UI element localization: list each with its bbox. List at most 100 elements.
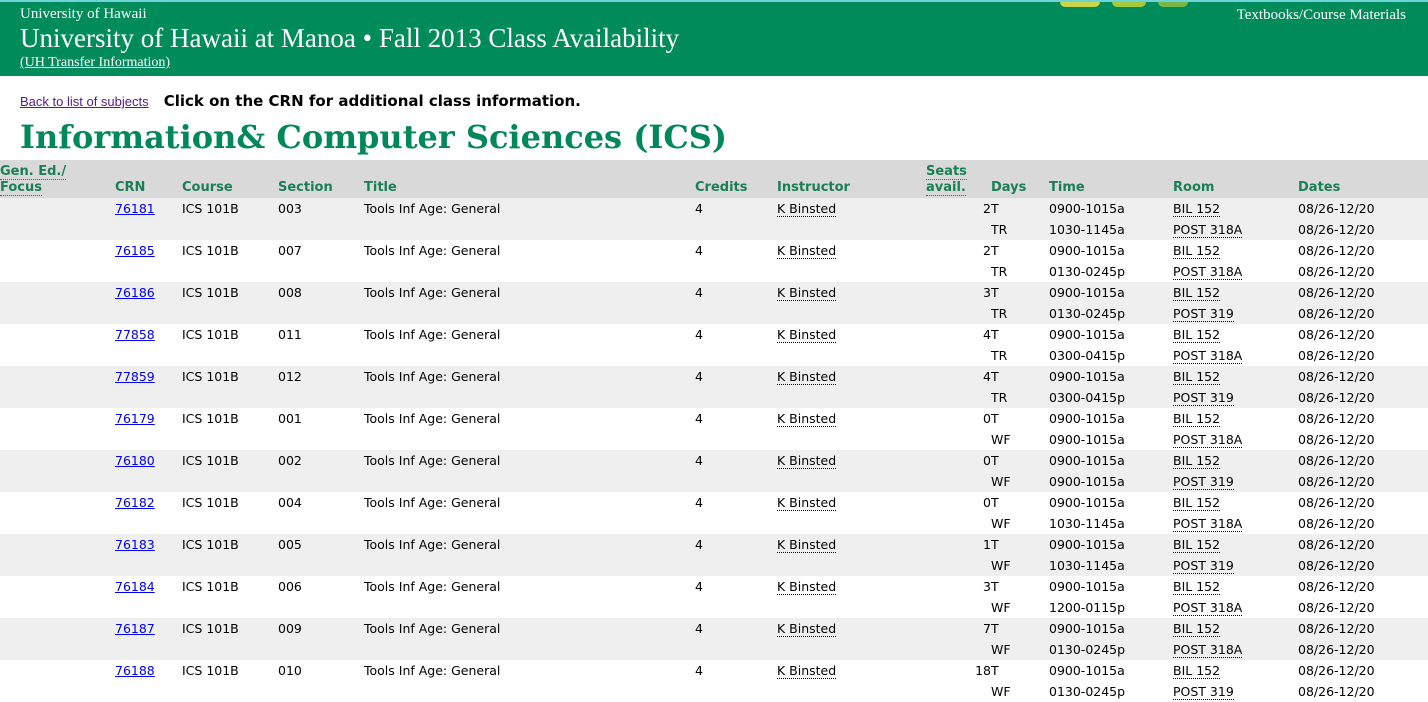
course-cell: ICS 101B (182, 327, 239, 342)
room-link[interactable]: POST 319 (1173, 474, 1234, 490)
instructor-link[interactable]: K Binsted (777, 621, 837, 637)
crn-link[interactable]: 77858 (115, 327, 155, 342)
room-link[interactable]: POST 318A (1173, 222, 1243, 238)
instructor-link[interactable]: K Binsted (777, 453, 837, 469)
dates-cell: 08/26-12/20 (1298, 285, 1375, 300)
instructor-link[interactable]: K Binsted (777, 579, 837, 595)
time-cell: 1200-0115p (1049, 600, 1126, 615)
time-cell: 0900-1015a (1049, 201, 1125, 216)
days-cell: WF (991, 516, 1011, 531)
room-link[interactable]: POST 318A (1173, 600, 1243, 616)
room-link[interactable]: BIL 152 (1173, 537, 1221, 553)
room-link[interactable]: POST 318A (1173, 264, 1243, 280)
crn-link[interactable]: 76183 (115, 537, 155, 552)
crn-link[interactable]: 76181 (115, 201, 155, 216)
room-link[interactable]: BIL 152 (1173, 243, 1221, 259)
crn-cell: 76182 (115, 492, 182, 513)
crn-link[interactable]: 76184 (115, 579, 155, 594)
room-link[interactable]: BIL 152 (1173, 495, 1221, 511)
credits-cell: 4 (695, 327, 703, 342)
time-cell: 0900-1015a (1049, 243, 1125, 258)
room-link[interactable]: POST 319 (1173, 558, 1234, 574)
crn-link[interactable]: 76180 (115, 453, 155, 468)
course-cell (182, 471, 278, 492)
textbooks-link[interactable]: Textbooks/Course Materials (1237, 7, 1406, 24)
room-link[interactable]: BIL 152 (1173, 579, 1221, 595)
instructor-link[interactable]: K Binsted (777, 411, 837, 427)
credits-cell: 4 (695, 663, 703, 678)
instructor-link[interactable]: K Binsted (777, 327, 837, 343)
instructor-link[interactable]: K Binsted (777, 369, 837, 385)
crn-cell (115, 681, 182, 702)
room-cell: BIL 152 (1173, 450, 1298, 471)
room-link[interactable]: BIL 152 (1173, 285, 1221, 301)
crn-link[interactable]: 76179 (115, 411, 155, 426)
crn-link[interactable]: 76187 (115, 621, 155, 636)
title-cell: Tools Inf Age: General (364, 537, 501, 552)
room-link[interactable]: POST 319 (1173, 306, 1234, 322)
days-cell: WF (991, 474, 1011, 489)
course-cell: ICS 101B (182, 495, 239, 510)
crn-link[interactable]: 76186 (115, 285, 155, 300)
instructor-link[interactable]: K Binsted (777, 537, 837, 553)
course-cell (182, 639, 278, 660)
class-availability-table: Gen. Ed./ Focus CRN Course Section Title… (0, 160, 1428, 702)
room-link[interactable]: POST 319 (1173, 390, 1234, 406)
credits-cell (695, 219, 777, 240)
crn-link[interactable]: 77859 (115, 369, 155, 384)
instructor-cell (777, 219, 926, 240)
section-cell (278, 471, 364, 492)
dates-cell: 08/26-12/20 (1298, 411, 1375, 426)
credits-cell (695, 681, 777, 702)
room-link[interactable]: BIL 152 (1173, 663, 1221, 679)
seats-cell (926, 639, 991, 660)
seats-cell: 2 (983, 243, 991, 258)
subnav: Back to list of subjects Click on the CR… (20, 91, 581, 110)
room-cell: POST 319 (1173, 471, 1298, 492)
instructor-link[interactable]: K Binsted (777, 243, 837, 259)
credits-cell: 4 (695, 411, 703, 426)
instructor-link[interactable]: K Binsted (777, 201, 837, 217)
room-link[interactable]: POST 319 (1173, 684, 1234, 700)
instructor-cell: K Binsted (777, 534, 926, 555)
crn-link[interactable]: 76188 (115, 663, 155, 678)
credits-cell: 4 (695, 243, 703, 258)
room-link[interactable]: BIL 152 (1173, 621, 1221, 637)
instructor-cell: K Binsted (777, 492, 926, 513)
back-to-subjects-link[interactable]: Back to list of subjects (20, 94, 149, 109)
dates-cell: 08/26-12/20 (1298, 306, 1375, 321)
section-cell: 009 (278, 621, 302, 636)
col-days: Days (991, 180, 1027, 195)
room-link[interactable]: POST 318A (1173, 432, 1243, 448)
title-cell: Tools Inf Age: General (364, 201, 501, 216)
class-rows: 76181 ICS 101B 003 Tools Inf Age: General 4 K… (0, 198, 1428, 702)
course-cell: ICS 101B (182, 201, 239, 216)
instructor-link[interactable]: K Binsted (777, 663, 837, 679)
course-cell (182, 387, 278, 408)
instructor-link[interactable]: K Binsted (777, 285, 837, 301)
room-link[interactable]: BIL 152 (1173, 411, 1221, 427)
room-cell: BIL 152 (1173, 534, 1298, 555)
dates-cell: 08/26-12/20 (1298, 264, 1375, 279)
room-link[interactable]: POST 318A (1173, 642, 1243, 658)
room-link[interactable]: BIL 152 (1173, 201, 1221, 217)
room-link[interactable]: BIL 152 (1173, 453, 1221, 469)
gen-ed-cell (0, 387, 115, 408)
title-cell (364, 429, 695, 450)
room-link[interactable]: BIL 152 (1173, 369, 1221, 385)
instructor-link[interactable]: K Binsted (777, 495, 837, 511)
room-link[interactable]: POST 318A (1173, 348, 1243, 364)
room-link[interactable]: BIL 152 (1173, 327, 1221, 343)
credits-cell (695, 513, 777, 534)
crn-link[interactable]: 76182 (115, 495, 155, 510)
table-row: 76181 ICS 101B 003 Tools Inf Age: General 4 K… (0, 198, 1428, 219)
transfer-info-link[interactable]: (UH Transfer Information) (20, 55, 170, 71)
seats-cell: 18 (975, 663, 991, 678)
room-link[interactable]: POST 318A (1173, 516, 1243, 532)
credits-cell: 4 (695, 285, 703, 300)
crn-cell (115, 219, 182, 240)
days-cell: T (991, 285, 999, 300)
course-cell: ICS 101B (182, 579, 239, 594)
crn-cell (115, 597, 182, 618)
crn-link[interactable]: 76185 (115, 243, 155, 258)
